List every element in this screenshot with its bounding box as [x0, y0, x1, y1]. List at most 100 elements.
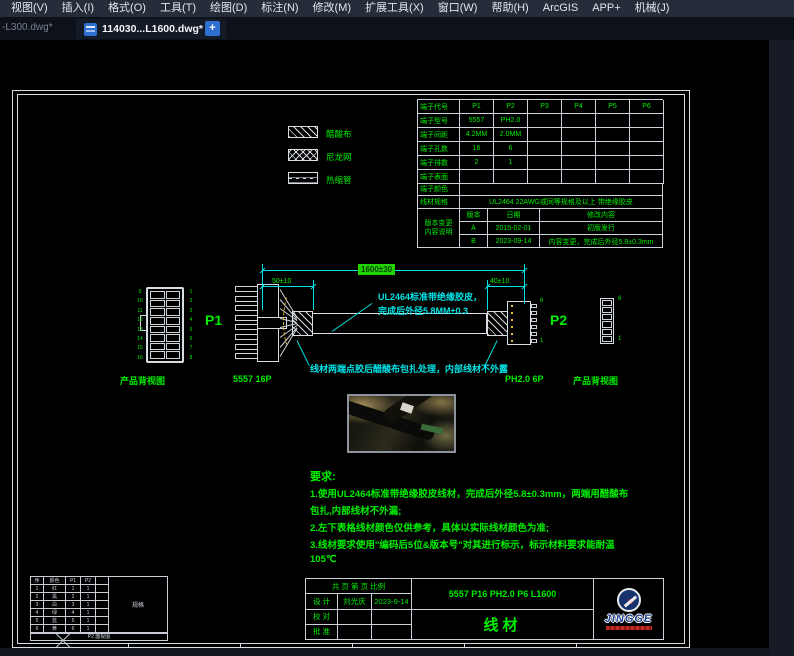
spec-cell: [630, 128, 664, 142]
vertical-scrollbar[interactable]: [769, 40, 794, 656]
pages-scale-row: 共 页 第 页 比例: [306, 579, 411, 593]
menu-mechanical[interactable]: 机械(J): [628, 0, 677, 17]
p2-pin-hole: [602, 300, 612, 306]
p1-pin-hole: [150, 326, 165, 334]
menu-tools[interactable]: 工具(T): [153, 0, 203, 17]
wire-table-cell: 4: [31, 609, 44, 617]
active-file-tab[interactable]: 114030...L1600.dwg* ×: [76, 19, 226, 39]
menu-insert[interactable]: 插入(I): [55, 0, 101, 17]
spec-cell: [562, 170, 596, 184]
wire-table-cell: 3: [66, 601, 81, 609]
menu-view[interactable]: 视图(V): [4, 0, 55, 17]
wire-table-cell: [96, 609, 109, 617]
p2-side-pin-top: 6: [540, 298, 543, 304]
p2-pin-stub: [531, 332, 537, 336]
menu-help[interactable]: 帮助(H): [484, 0, 535, 17]
spec-cell: [562, 114, 596, 128]
menu-dimension[interactable]: 标注(N): [254, 0, 305, 17]
spec-cell: [596, 170, 630, 184]
wire-spec-row: 线材规格 UL2464 22AWG或同等规格及以上 带绝缘胶皮: [417, 196, 663, 209]
wire-table-cell: 1: [81, 585, 96, 593]
spec-cell: 5557: [460, 114, 494, 128]
p2-label: P2: [550, 312, 567, 328]
p2-pin-hole: [602, 321, 612, 327]
pin-number: 6: [186, 335, 196, 344]
pin-number: 10: [135, 297, 145, 306]
p1-pin-hole: [166, 343, 181, 351]
wire-table-cell: 5: [31, 617, 44, 625]
p1-pin-numbers-right: 12345678: [186, 288, 196, 363]
dim-left-value: 50±10: [272, 278, 291, 285]
wire-table-cell: [96, 617, 109, 625]
wire-table-cell: P1: [66, 577, 81, 585]
wire-color-table-grid: 序颜色P1P21红112黑213白314绿415蓝516黄61: [31, 577, 109, 633]
wire-table-cell: 2: [31, 593, 44, 601]
requirement-line-1: 1.使用UL2464标准带绝缘胶皮线材，完成后外径5.8±0.3mm，两端用醋酸…: [310, 486, 628, 500]
menu-format[interactable]: 格式(O): [101, 0, 153, 17]
wire-table-cell: [96, 577, 109, 585]
check-label: 校 对: [306, 610, 338, 624]
dim-total-value[interactable]: 1600±30: [358, 264, 395, 275]
requirement-line-4: 3.线材要求使用"编码后5位&版本号"对其进行标示，标示材料要求能耐温: [310, 537, 615, 551]
p1-pin-numbers-left: 910111213141516: [135, 288, 145, 363]
menu-arcgis[interactable]: ArcGIS: [536, 0, 585, 17]
legend-label-acetate-cloth: 醋酸布: [326, 128, 352, 140]
wire-table-cell: [96, 593, 109, 601]
active-tab-label: 114030...L1600.dwg*: [102, 23, 203, 35]
revision-block: 版本变更 内容说明 版本 日期 修改内容 A 2015-02-01 初版发行 B…: [417, 209, 663, 248]
wire-table-cell: 颜色: [44, 577, 66, 585]
company-logo: JINGGE: [594, 579, 663, 639]
spec-row-label: 端子排数: [418, 156, 460, 170]
pin-number: 4: [186, 316, 196, 325]
pin-number: 2: [186, 297, 196, 306]
p1-pin-hole: [150, 334, 165, 342]
spec-cell: 6: [494, 142, 528, 156]
bottom-edge-strip: [0, 648, 769, 656]
p1-side-tooth: [235, 344, 258, 350]
spec-cell: [630, 156, 664, 170]
p1-side-tooth: [235, 305, 258, 311]
background-file-tab[interactable]: -L300.dwg*: [2, 22, 53, 33]
p1-label: P1: [205, 312, 222, 328]
spec-cell: [630, 142, 664, 156]
revision-b-version: B: [460, 235, 488, 248]
p2-rear-caption: 产品背视图: [573, 374, 618, 387]
design-date: 2023-9-14: [372, 594, 411, 608]
spec-cell: [562, 156, 596, 170]
revision-a-date: 2015-02-01: [488, 222, 540, 235]
spec-row-label: 端子型号: [418, 114, 460, 128]
p2-pin-hole: [602, 314, 612, 320]
pin-number: 11: [135, 307, 145, 316]
menu-draw[interactable]: 绘图(D): [203, 0, 254, 17]
spec-cell: [596, 128, 630, 142]
p1-pin-hole: [150, 291, 165, 299]
drawing-canvas[interactable]: 醋酸布 尼龙网 热缩管 端子代号P1P2P3P4P5P6端子型号5557PH2.…: [0, 40, 769, 648]
p2-pin-stub: [531, 311, 537, 315]
pin-number: 14: [135, 335, 145, 344]
dwg-file-icon: [84, 23, 97, 36]
p1-side-tooth: [235, 324, 258, 330]
legend-swatch-acetate-cloth: [288, 126, 318, 138]
p1-pin-hole: [166, 317, 181, 325]
revision-a-version: A: [460, 222, 488, 235]
title-block-signatures: 共 页 第 页 比例 设 计 刘光庆 2023-9-14 校 对 批 准: [306, 579, 412, 639]
callout-top-line1: UL2464标准带绝缘胶皮，: [378, 290, 482, 303]
revision-a-content: 初版发行: [540, 222, 662, 235]
p2-rear-pin-bottom: 1: [618, 336, 621, 342]
menu-app-plus[interactable]: APP+: [585, 0, 627, 17]
menu-modify[interactable]: 修改(M): [306, 0, 359, 17]
new-tab-button[interactable]: +: [205, 21, 220, 36]
p1-pin-hole: [150, 300, 165, 308]
p1-pin-hole: [150, 351, 165, 359]
wire-table-cell: 序: [31, 577, 44, 585]
wire-spec-label: 线材规格: [418, 196, 460, 208]
revision-b-content: 内容变更，完成后外径5.8±0.3mm: [540, 235, 662, 248]
p2-pin-hole: [602, 329, 612, 335]
spec-cell: [630, 114, 664, 128]
revision-table: 版本 日期 修改内容 A 2015-02-01 初版发行 B 2023-09-1…: [460, 209, 662, 247]
p2-pin-stub: [531, 304, 537, 308]
legend-swatch-heat-shrink: [288, 172, 318, 184]
menu-window[interactable]: 窗口(W): [431, 0, 485, 17]
menu-bar: 视图(V) 插入(I) 格式(O) 工具(T) 绘图(D) 标注(N) 修改(M…: [0, 0, 794, 17]
menu-express-tools[interactable]: 扩展工具(X): [358, 0, 431, 17]
